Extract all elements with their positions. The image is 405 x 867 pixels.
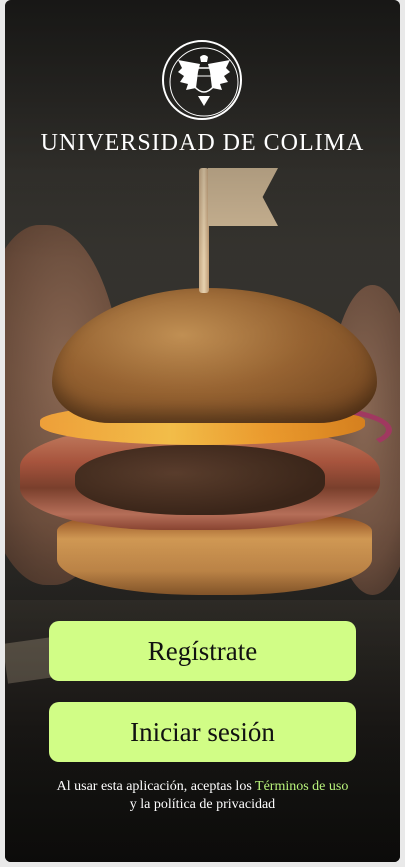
register-button[interactable]: Regístrate [49, 621, 356, 681]
app-screen: UNIVERSIDAD DE COLIMA Regístrate Iniciar… [5, 0, 400, 862]
terms-prefix: Al usar esta aplicación, aceptas los [56, 779, 252, 794]
terms-notice: Al usar esta aplicación, aceptas los Tér… [5, 778, 400, 814]
privacy-text: y la política de privacidad [129, 797, 276, 812]
university-name: UNIVERSIDAD DE COLIMA [40, 130, 365, 156]
university-seal-icon [162, 40, 242, 120]
login-button[interactable]: Iniciar sesión [49, 702, 356, 762]
terms-of-use-link[interactable]: Términos de uso [255, 779, 348, 794]
